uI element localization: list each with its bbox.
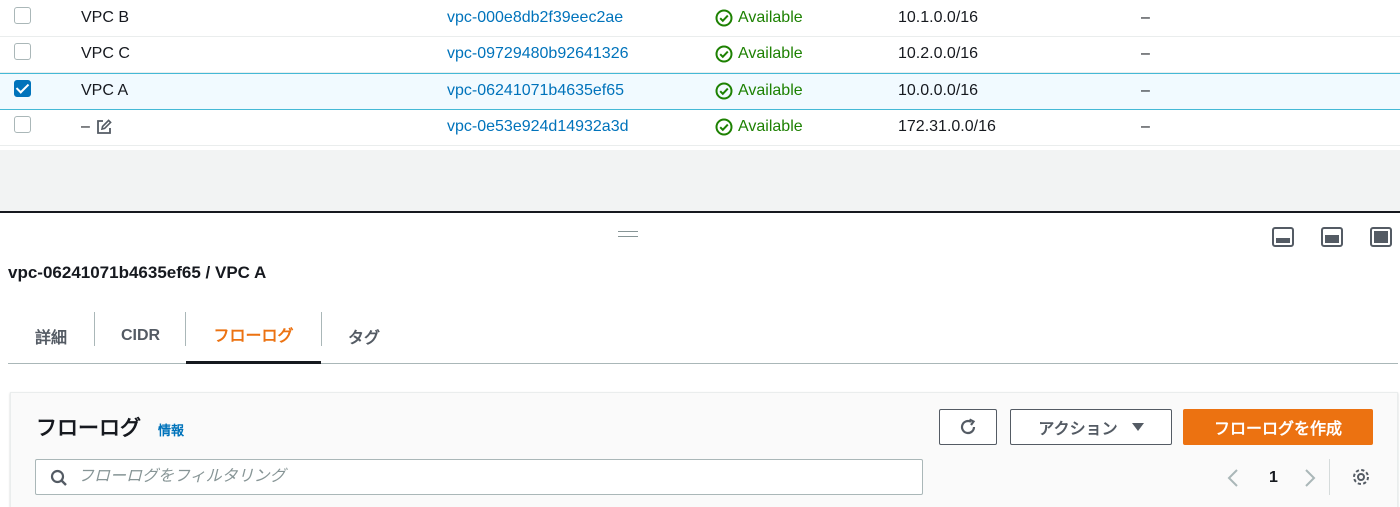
chevron-left-icon[interactable]	[1223, 468, 1243, 488]
vpc-name: –	[81, 118, 90, 136]
vpc-extra: –	[1141, 82, 1150, 100]
vpc-cidr: 172.31.0.0/16	[898, 118, 996, 136]
vpc-name: VPC A	[81, 82, 129, 100]
check-circle-icon	[715, 118, 733, 136]
status-badge: Available	[715, 45, 803, 63]
status-badge: Available	[715, 118, 803, 136]
row-checkbox[interactable]	[14, 43, 31, 65]
tab-cidr[interactable]: CIDR	[121, 307, 160, 364]
pagination-divider	[1329, 459, 1330, 495]
status-text: Available	[738, 45, 803, 63]
flowlogs-container: フローログ 情報 アクション フローログを作成 1	[10, 392, 1398, 507]
detail-title: vpc-06241071b4635ef65 / VPC A	[8, 263, 267, 282]
refresh-button[interactable]	[939, 409, 997, 445]
vpc-name: VPC B	[81, 8, 130, 26]
check-circle-icon	[715, 82, 733, 100]
actions-dropdown[interactable]: アクション	[1010, 409, 1172, 445]
row-checkbox[interactable]	[14, 116, 31, 138]
caret-down-icon	[1131, 423, 1144, 431]
vpc-cidr: 10.2.0.0/16	[898, 45, 979, 63]
panel-half-icon[interactable]	[1321, 227, 1343, 247]
check-circle-icon	[715, 9, 733, 27]
tab-tags[interactable]: タグ	[348, 307, 380, 364]
vpc-extra: –	[1141, 118, 1150, 136]
gear-icon[interactable]	[1350, 466, 1372, 493]
tab-details[interactable]: 詳細	[35, 307, 67, 364]
table-row-selected[interactable]: VPC A vpc-06241071b4635ef65 Available 10…	[0, 73, 1400, 110]
vpc-cidr: 10.1.0.0/16	[898, 8, 979, 26]
split-layout-controls	[1272, 227, 1392, 247]
vpc-extra: –	[1141, 8, 1150, 26]
status-badge: Available	[715, 82, 803, 100]
vpc-cidr: 10.0.0.0/16	[898, 82, 979, 100]
chevron-right-icon[interactable]	[1300, 468, 1320, 488]
drag-handle-icon[interactable]	[618, 231, 638, 237]
status-text: Available	[738, 82, 803, 100]
vpc-extra: –	[1141, 45, 1150, 63]
table-empty-area	[0, 150, 1400, 211]
vpc-id-link[interactable]: vpc-000e8db2f39eec2ae	[447, 9, 623, 27]
status-text: Available	[738, 118, 803, 136]
page-number[interactable]: 1	[1269, 469, 1278, 487]
row-checkbox[interactable]	[14, 6, 31, 29]
status-text: Available	[738, 8, 803, 26]
check-circle-icon	[715, 45, 733, 63]
tab-divider	[94, 312, 95, 346]
vpc-name: VPC C	[81, 45, 130, 63]
split-panel-divider	[0, 211, 1400, 213]
vpc-id-link[interactable]: vpc-0e53e924d14932a3d	[447, 118, 629, 136]
table-row[interactable]: VPC B vpc-000e8db2f39eec2ae Available 10…	[0, 0, 1400, 37]
row-checkbox[interactable]	[14, 80, 31, 102]
panel-full-icon[interactable]	[1370, 227, 1392, 247]
detail-tabs: 詳細 CIDR フローログ タグ	[8, 307, 1398, 364]
search-icon	[50, 469, 67, 486]
tab-divider	[321, 312, 322, 346]
vpc-name-cell: –	[81, 118, 112, 136]
search-input[interactable]	[78, 460, 908, 494]
info-link[interactable]: 情報	[158, 420, 184, 439]
vpc-table: VPC B vpc-000e8db2f39eec2ae Available 10…	[0, 0, 1400, 146]
table-row[interactable]: VPC C vpc-09729480b92641326 Available 10…	[0, 37, 1400, 73]
pagination: 1	[1223, 463, 1320, 493]
refresh-icon	[960, 418, 976, 435]
edit-icon[interactable]	[96, 119, 112, 135]
create-flowlog-button[interactable]: フローログを作成	[1183, 409, 1373, 445]
table-row[interactable]: – vpc-0e53e924d14932a3d Available 172.31…	[0, 110, 1400, 146]
status-badge: Available	[715, 9, 803, 27]
tab-flowlogs[interactable]: フローログ	[186, 307, 321, 364]
search-box	[35, 459, 923, 495]
vpc-id-link[interactable]: vpc-09729480b92641326	[447, 45, 629, 63]
actions-label: アクション	[1038, 421, 1118, 438]
panel-minimize-icon[interactable]	[1272, 227, 1294, 247]
vpc-id-link[interactable]: vpc-06241071b4635ef65	[447, 82, 624, 100]
flowlogs-heading: フローログ	[36, 417, 141, 440]
